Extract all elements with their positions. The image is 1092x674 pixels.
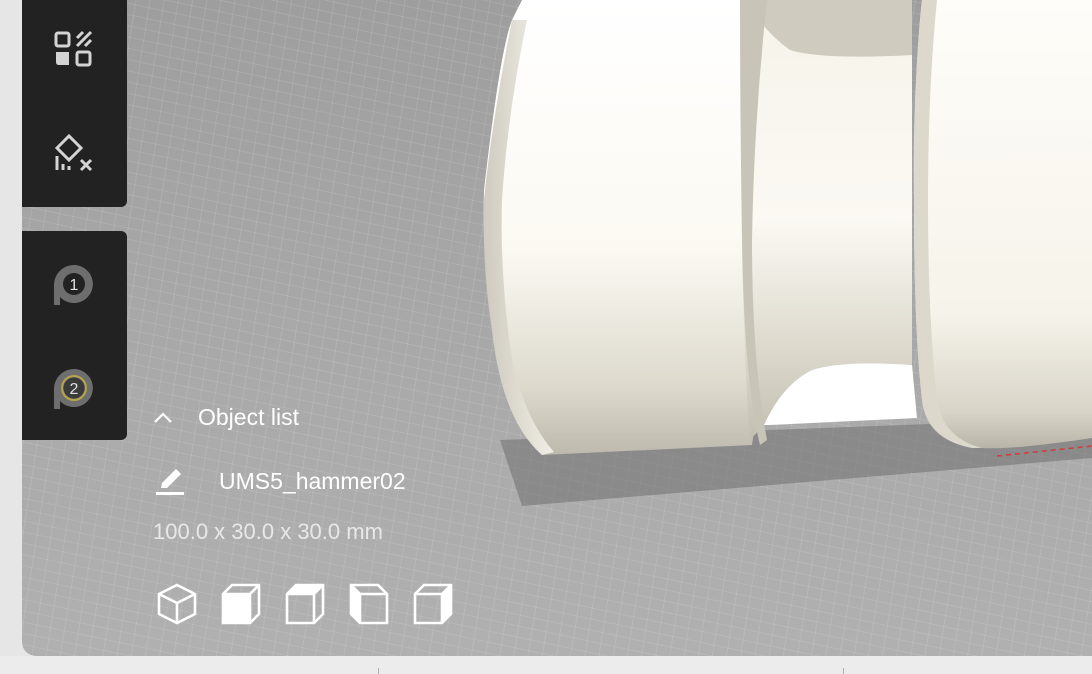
object-dimensions: 100.0 x 30.0 x 30.0 mm bbox=[153, 519, 383, 544]
right-view-button[interactable] bbox=[412, 582, 454, 626]
object-name-row[interactable]: UMS5_hammer02 bbox=[155, 466, 406, 496]
view-buttons bbox=[156, 582, 454, 626]
object-list-label: Object list bbox=[198, 404, 299, 430]
support-blocker-button[interactable] bbox=[51, 26, 97, 72]
right-view-icon bbox=[413, 583, 453, 625]
3d-view-button[interactable] bbox=[156, 582, 198, 626]
extruder-2-icon: 2 bbox=[54, 369, 93, 409]
chevron-up-icon bbox=[154, 411, 172, 423]
svg-text:1: 1 bbox=[70, 277, 79, 294]
pencil-icon[interactable] bbox=[155, 466, 185, 496]
3d-view-icon bbox=[157, 583, 197, 625]
front-view-button[interactable] bbox=[220, 582, 262, 626]
top-view-button[interactable] bbox=[284, 582, 326, 626]
top-view-icon bbox=[285, 583, 325, 625]
bottom-divider bbox=[378, 668, 379, 674]
front-view-icon bbox=[221, 583, 261, 625]
object-name: UMS5_hammer02 bbox=[219, 467, 406, 494]
object-list-toggle[interactable]: Object list bbox=[152, 404, 299, 431]
extruder-1-icon: 1 bbox=[54, 265, 93, 305]
bottom-divider bbox=[843, 668, 844, 674]
model-render[interactable] bbox=[22, 0, 1092, 656]
left-view-button[interactable] bbox=[348, 582, 390, 626]
3d-viewport[interactable] bbox=[22, 0, 1092, 656]
support-blocker-icon bbox=[54, 30, 93, 67]
tool-panel-top bbox=[22, 0, 127, 207]
extruder-1-button[interactable]: 1 bbox=[51, 261, 97, 307]
hammer-head-right bbox=[914, 0, 1092, 449]
svg-text:2: 2 bbox=[70, 381, 79, 398]
per-model-settings-button[interactable] bbox=[51, 130, 97, 176]
extruder-panel: 1 2 bbox=[22, 231, 127, 440]
hammer-head-left bbox=[483, 0, 760, 455]
bottom-bar bbox=[0, 656, 1092, 674]
per-model-settings-icon bbox=[54, 133, 93, 172]
extruder-2-button[interactable]: 2 bbox=[51, 365, 97, 411]
left-view-icon bbox=[349, 583, 389, 625]
